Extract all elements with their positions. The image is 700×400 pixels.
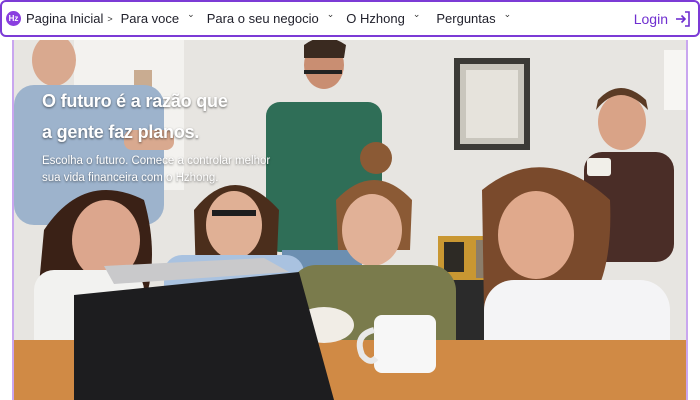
hero-subtitle-line-2: sua vida financeira com o Hzhong.	[42, 172, 219, 184]
nav-item-para-voce[interactable]: Para voce ⌄	[120, 9, 195, 26]
chevron-right-icon: >	[107, 13, 113, 24]
hero-title-line-1: O futuro é a razão que	[42, 91, 228, 111]
hero-title: O futuro é a razão que a gente faz plano…	[42, 86, 312, 148]
login-button[interactable]: Login	[634, 10, 692, 28]
hero-text: O futuro é a razão que a gente faz plano…	[42, 86, 312, 187]
hero-subtitle-line-1: Escolha o futuro. Comece a controlar mel…	[42, 155, 271, 167]
chevron-down-icon: ⌄	[503, 9, 512, 19]
nav-item-label: Para o seu negocio	[206, 11, 319, 26]
nav-item-perguntas[interactable]: Perguntas ⌄	[436, 9, 512, 26]
hero-title-line-2: a gente faz planos.	[42, 122, 200, 142]
nav-item-label: Pagina Inicial	[26, 11, 104, 26]
chevron-down-icon: ⌄	[326, 9, 335, 19]
nav-item-label: Perguntas	[436, 11, 496, 26]
top-navigation: Hz Pagina Inicial > Para voce ⌄ Para o s…	[0, 0, 700, 37]
nav-item-para-o-seu-negocio[interactable]: Para o seu negocio ⌄	[206, 9, 335, 26]
chevron-down-icon: ⌄	[412, 9, 421, 19]
nav-item-label: Para voce	[120, 11, 180, 26]
hero-subtitle: Escolha o futuro. Comece a controlar mel…	[42, 153, 312, 187]
nav-item-o-hzhong[interactable]: O Hzhong ⌄	[346, 9, 421, 26]
nav-item-label: O Hzhong	[346, 11, 405, 26]
chevron-down-icon: ⌄	[187, 9, 195, 19]
login-icon	[676, 10, 690, 27]
brand-logo-text: Hz	[8, 14, 19, 23]
hero-banner: O futuro é a razão que a gente faz plano…	[12, 40, 688, 400]
login-label: Login	[633, 10, 668, 27]
nav-item-home[interactable]: Pagina Inicial >	[26, 11, 113, 26]
brand-logo[interactable]: Hz	[6, 11, 21, 26]
